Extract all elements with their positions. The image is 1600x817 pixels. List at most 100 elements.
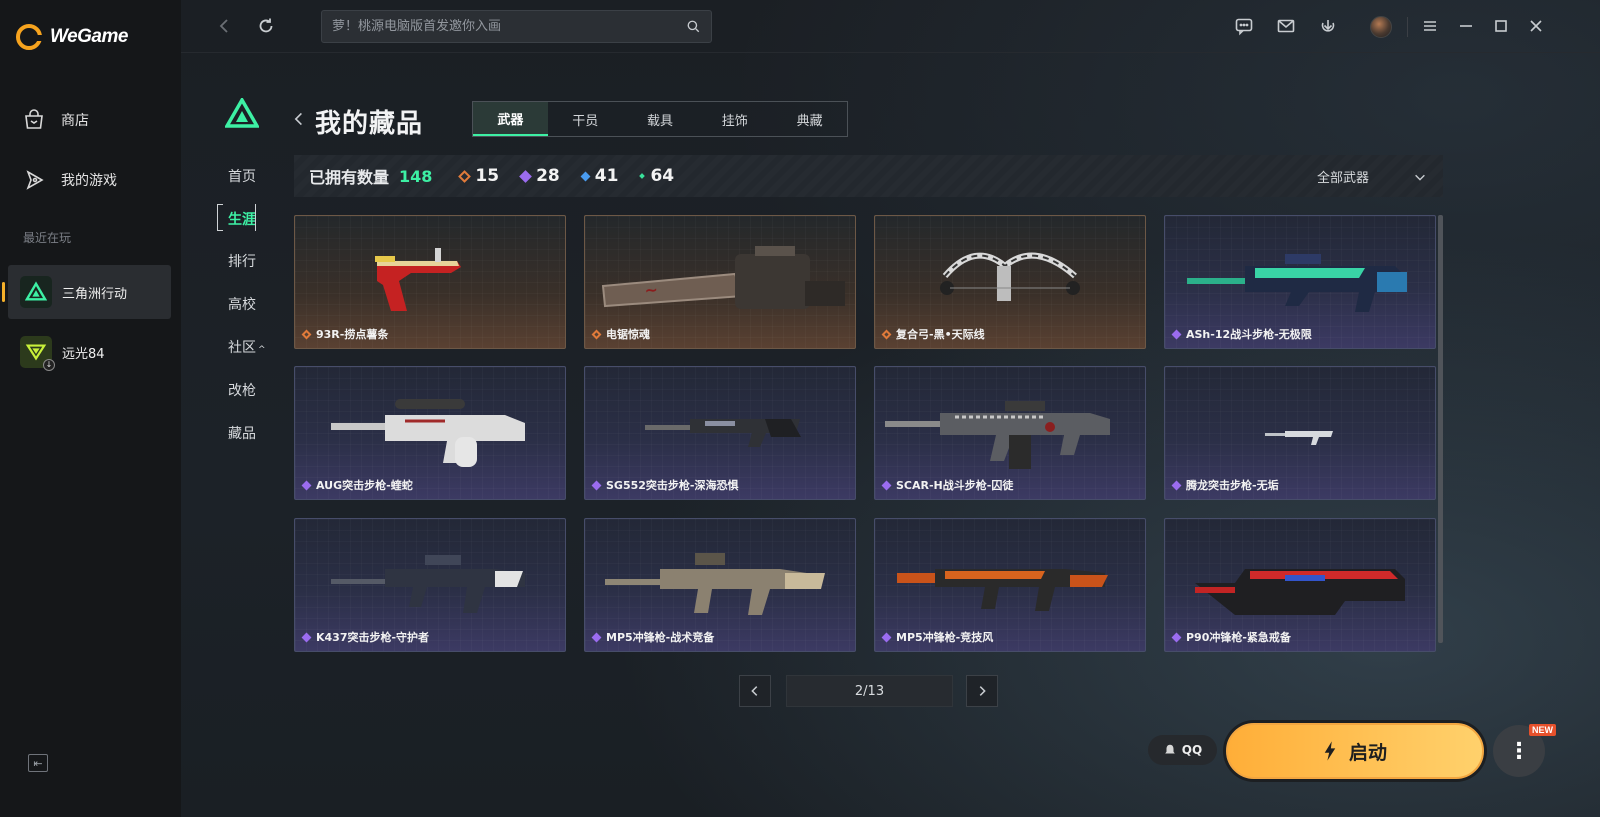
card-label: 腾龙突击步枪-无垢 [1171, 477, 1279, 493]
tab-vehicles[interactable]: 载具 [623, 102, 698, 136]
user-avatar[interactable] [1370, 16, 1392, 38]
next-page-button[interactable] [966, 675, 998, 707]
menu-button[interactable] [1418, 14, 1442, 38]
game-nav-community[interactable]: 社区 ^ [217, 337, 277, 357]
game-nav-label: 藏品 [228, 426, 256, 442]
chat-bubble-icon [1235, 18, 1253, 36]
collection-card[interactable]: AUG突击步枪-蝰蛇 [294, 366, 566, 500]
minimize-button[interactable] [1454, 14, 1478, 38]
rarity-count-value: 64 [650, 166, 675, 186]
gold-diamond-icon [458, 169, 472, 183]
item-name: SCAR-H战斗步枪-囚徒 [896, 479, 1014, 492]
wegame-logo[interactable]: WeGame [16, 24, 128, 50]
maximize-button[interactable] [1489, 14, 1513, 38]
card-label: K437突击步枪-守护者 [301, 629, 429, 645]
collection-card[interactable]: SG552突击步枪-深海恐惧 [584, 366, 856, 500]
mail-button[interactable] [1274, 14, 1298, 38]
purple-diamond-icon [591, 632, 602, 642]
maximize-icon [1495, 20, 1507, 32]
grid-scrollbar[interactable] [1438, 215, 1443, 643]
game-nav-collection[interactable]: 藏品 [217, 423, 267, 443]
weapon-filter-dropdown[interactable]: 全部武器 [1317, 167, 1427, 186]
collection-card[interactable]: SCAR-H战斗步枪-囚徒 [874, 366, 1146, 500]
collection-card[interactable]: ~ 电锯惊魂 [584, 215, 856, 349]
chainsaw-image: ~ [601, 246, 845, 309]
recent-game-farlight84[interactable]: ↓ 远光84 [8, 325, 171, 379]
divider [1407, 17, 1408, 37]
game-nav-college[interactable]: 高校 [217, 294, 267, 314]
chevron-left-icon [219, 19, 228, 33]
item-name: MP5冲锋枪-战术竞备 [606, 631, 715, 644]
card-label: MP5冲锋枪-竞技风 [881, 629, 993, 645]
app-name: WeGame [50, 26, 128, 47]
delta-force-logo-icon [225, 98, 259, 128]
recent-game-delta-force[interactable]: 三角洲行动 [2, 265, 171, 319]
card-label: 电锯惊魂 [591, 326, 650, 342]
sidebar-item-my-games[interactable]: 我的游戏 [22, 168, 117, 192]
tab-collectibles[interactable]: 典藏 [772, 102, 847, 136]
download-icon [1321, 20, 1335, 32]
collection-card[interactable]: MP5冲锋枪-竞技风 [874, 518, 1146, 652]
lightning-icon [1324, 741, 1336, 761]
qq-label: QQ [1181, 743, 1203, 757]
new-badge: NEW [1529, 724, 1556, 736]
collapse-sidebar-button[interactable]: ⇤ [28, 754, 48, 772]
collection-card[interactable]: P90冲锋枪-紧急戒备 [1164, 518, 1436, 652]
chat-button[interactable] [1232, 14, 1256, 38]
purple-diamond-icon [301, 480, 312, 490]
purple-diamond-icon [591, 480, 602, 490]
rarity-count-value: 28 [536, 166, 560, 186]
close-button[interactable] [1524, 14, 1548, 38]
smg-image [1195, 569, 1405, 615]
qq-bell-icon [1164, 744, 1175, 754]
collection-card[interactable]: 腾龙突击步枪-无垢 [1164, 366, 1436, 500]
page-back-button[interactable] [291, 108, 307, 133]
tab-charms[interactable]: 挂饰 [697, 102, 772, 136]
launch-button[interactable]: 启动 [1226, 723, 1484, 779]
search-bar[interactable] [321, 10, 712, 43]
collection-card[interactable]: K437突击步枪-守护者 [294, 518, 566, 652]
wegame-sidebar: WeGame 商店 我的游戏 最近在玩 三角洲行动 ↓ 远光84 ⇤ [0, 0, 181, 817]
qq-button[interactable]: QQ [1148, 735, 1217, 765]
item-name: 93R-捞点薯条 [316, 328, 389, 341]
game-nav-ranking[interactable]: 排行 [217, 251, 267, 271]
rifle-image [885, 401, 1110, 469]
refresh-button[interactable] [254, 14, 278, 38]
collection-card[interactable]: ASh-12战斗步枪-无极限 [1164, 215, 1436, 349]
back-button[interactable] [213, 14, 237, 38]
search-icon[interactable] [686, 19, 701, 34]
rarity-count-blue: 41 [580, 166, 618, 186]
purple-diamond-icon [1171, 632, 1182, 642]
game-nav-label: 高校 [228, 297, 256, 313]
tab-weapons[interactable]: 武器 [473, 102, 548, 136]
delta-force-icon [20, 276, 52, 308]
more-vertical-icon: ⋮ [1508, 738, 1530, 764]
game-nav-home[interactable]: 首页 [217, 166, 267, 186]
sidebar-item-store[interactable]: 商店 [22, 108, 89, 132]
collection-card[interactable]: 93R-捞点薯条 [294, 215, 566, 349]
download-badge-icon: ↓ [43, 359, 55, 371]
purple-diamond-icon [519, 169, 532, 183]
download-button[interactable] [1316, 14, 1340, 38]
search-input[interactable] [332, 19, 686, 34]
rarity-count-gold: 15 [458, 166, 500, 186]
main-content: 首页 生涯 排行 高校 社区^ 改枪 藏品 我的藏品 武器 干员 载具 挂饰 典… [181, 0, 1600, 817]
rarity-count-value: 15 [475, 166, 500, 186]
chevron-right-icon [979, 686, 986, 696]
collection-card[interactable]: 复合弓-黑•天际线 [874, 215, 1146, 349]
collection-card[interactable]: MP5冲锋枪-战术竞备 [584, 518, 856, 652]
chevron-left-icon [294, 112, 302, 126]
rarity-count-green: 64 [639, 166, 675, 186]
game-nav-gunsmith[interactable]: 改枪 [217, 380, 267, 400]
game-nav-label: 社区 [228, 340, 256, 356]
prev-page-button[interactable] [739, 675, 771, 707]
card-label: MP5冲锋枪-战术竞备 [591, 629, 715, 645]
tab-operators[interactable]: 干员 [548, 102, 623, 136]
item-name: AUG突击步枪-蝰蛇 [316, 479, 413, 492]
gold-diamond-icon [591, 329, 602, 339]
compound-bow-image [940, 252, 1080, 301]
game-nav-career[interactable]: 生涯 [217, 204, 267, 231]
chevron-down-icon [1415, 174, 1425, 181]
item-name: 腾龙突击步枪-无垢 [1186, 479, 1279, 492]
owned-count: 148 [399, 166, 433, 186]
